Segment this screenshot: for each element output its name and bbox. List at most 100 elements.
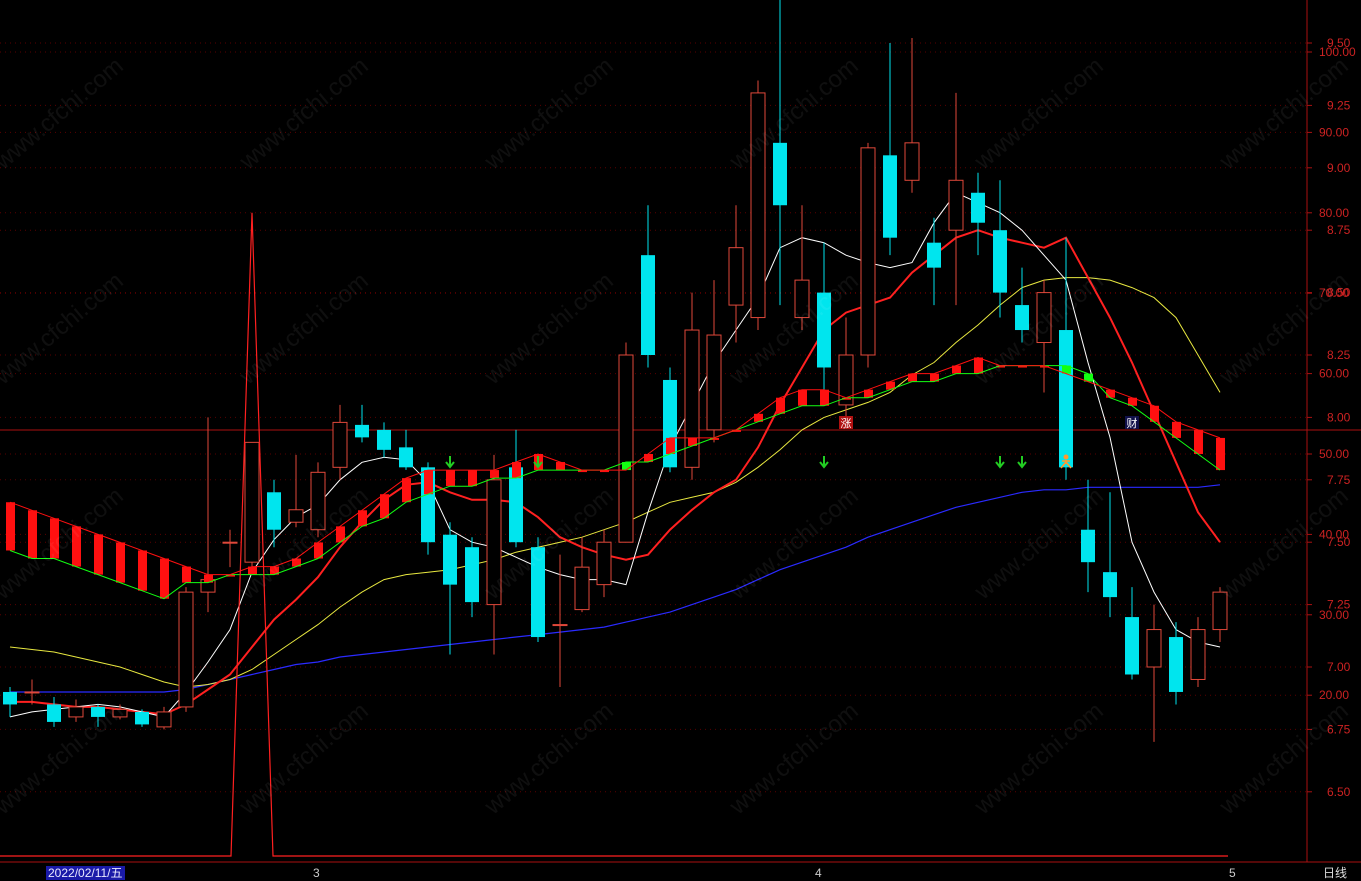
candle-body-down bbox=[641, 255, 655, 355]
price-tick-label: 8.75 bbox=[1327, 223, 1351, 237]
candle-body-up bbox=[552, 624, 568, 627]
osc-bar-up bbox=[6, 502, 15, 551]
candle-body-down bbox=[135, 711, 149, 725]
candle-body-up bbox=[706, 334, 722, 431]
osc-bar-up bbox=[380, 494, 389, 519]
candle-body-up bbox=[310, 471, 326, 531]
month-tick-may: 5 bbox=[1229, 866, 1236, 880]
osc-tick-label: 80.00 bbox=[1319, 206, 1349, 220]
period-label[interactable]: 日线 bbox=[1323, 864, 1347, 881]
down-arrow-icon bbox=[445, 456, 455, 469]
osc-tick-label: 40.00 bbox=[1319, 527, 1349, 541]
osc-bar-up bbox=[182, 566, 191, 583]
candle-body-down bbox=[1015, 305, 1029, 331]
osc-bar-up bbox=[512, 462, 521, 479]
osc-tick-label: 20.00 bbox=[1319, 688, 1349, 702]
candle-body-up bbox=[222, 541, 238, 544]
osc-bar-up bbox=[446, 470, 455, 487]
down-arrow-icon bbox=[1017, 456, 1027, 469]
selected-date[interactable]: 2022/02/11/五 bbox=[46, 864, 125, 881]
price-tick-label: 6.75 bbox=[1327, 722, 1351, 736]
candle-body-up bbox=[1190, 629, 1206, 680]
down-arrow-icon bbox=[995, 456, 1005, 469]
candle-body-up bbox=[728, 247, 744, 306]
candle-body-up bbox=[24, 691, 40, 694]
candle-body-down bbox=[3, 691, 17, 705]
candle-body-down bbox=[1125, 617, 1139, 675]
price-tick-label: 7.75 bbox=[1327, 473, 1351, 487]
candle-body-up bbox=[794, 279, 810, 319]
candle-body-down bbox=[817, 292, 831, 368]
candle-body-up bbox=[684, 329, 700, 468]
month-tick-apr: 4 bbox=[815, 866, 822, 880]
osc-bar-up bbox=[974, 357, 983, 374]
osc-tick-label: 70.00 bbox=[1319, 286, 1349, 300]
down-arrow-icon bbox=[819, 456, 829, 469]
candle-body-down bbox=[355, 424, 369, 438]
candle-body-down bbox=[1081, 529, 1095, 563]
osc-bar-up bbox=[820, 389, 829, 406]
event-tag-label: 财 bbox=[1127, 416, 1138, 430]
osc-bar-up bbox=[402, 478, 411, 503]
candle-body-up bbox=[1212, 591, 1228, 631]
osc-signal-line bbox=[9, 365, 1221, 600]
candle-body-down bbox=[1103, 572, 1117, 598]
osc-bar-up bbox=[50, 518, 59, 559]
candle-body-down bbox=[971, 192, 985, 223]
candle-body-up bbox=[178, 591, 194, 708]
osc-tick-label: 100.00 bbox=[1319, 45, 1356, 59]
panel-borders bbox=[0, 0, 1361, 863]
osc-tick-label: 30.00 bbox=[1319, 608, 1349, 622]
price-axis: 6.506.757.007.257.507.758.008.258.508.75… bbox=[1307, 36, 1356, 799]
candle-body-up bbox=[68, 706, 84, 718]
candle-body-down bbox=[993, 230, 1007, 293]
osc-bar-up bbox=[424, 470, 433, 495]
osc-tick-label: 90.00 bbox=[1319, 125, 1349, 139]
chart-grid bbox=[0, 42, 1307, 793]
osc-bar-up bbox=[160, 558, 169, 599]
candle-body-down bbox=[531, 547, 545, 638]
price-tick-label: 8.25 bbox=[1327, 348, 1351, 362]
candle-body-up bbox=[288, 509, 304, 523]
candle-body-down bbox=[1059, 330, 1073, 468]
osc-tick-label: 60.00 bbox=[1319, 367, 1349, 381]
event-tag-label: 涨 bbox=[841, 417, 852, 430]
candle-body-up bbox=[244, 441, 260, 563]
stock-chart[interactable]: 9.80涨财 6.506.757.007.257.507.758.008.258… bbox=[0, 0, 1361, 880]
osc-bar-up bbox=[490, 470, 499, 479]
osc-bar-up bbox=[798, 389, 807, 406]
candle-body-up bbox=[750, 92, 766, 319]
candle-body-up bbox=[574, 566, 590, 611]
osc-bar-up bbox=[116, 542, 125, 583]
candle-body-down bbox=[465, 547, 479, 603]
osc-bar-up bbox=[468, 470, 477, 487]
candle-body-up bbox=[486, 479, 502, 606]
osc-bar-up bbox=[138, 550, 147, 591]
candle-body-down bbox=[267, 492, 281, 530]
candle-body-up bbox=[618, 354, 634, 543]
price-tick-label: 7.00 bbox=[1327, 660, 1351, 674]
candle-body-up bbox=[596, 541, 612, 586]
candle-body-down bbox=[399, 447, 413, 468]
candle-body-up bbox=[904, 142, 920, 181]
candle-body-down bbox=[773, 142, 787, 206]
osc-bar-up bbox=[1216, 437, 1225, 471]
month-tick-mar: 3 bbox=[313, 866, 320, 880]
candle-body-down bbox=[927, 242, 941, 268]
osc-bar-up bbox=[28, 510, 37, 559]
price-tick-label: 9.00 bbox=[1327, 161, 1351, 175]
candle-body-down bbox=[377, 429, 391, 450]
candle-body-up bbox=[1036, 292, 1052, 344]
candle-body-up bbox=[860, 147, 876, 356]
candle-body-up bbox=[332, 421, 348, 468]
person-icon bbox=[1063, 454, 1069, 460]
candle-body-up bbox=[156, 711, 172, 728]
osc-bar-up bbox=[1194, 429, 1203, 454]
candle-body-up bbox=[948, 179, 964, 231]
price-tick-label: 9.25 bbox=[1327, 98, 1351, 112]
price-tick-label: 8.00 bbox=[1327, 410, 1351, 424]
candle-body-up bbox=[112, 708, 128, 718]
candle-body-up bbox=[1146, 629, 1162, 668]
osc-tick-label: 50.00 bbox=[1319, 447, 1349, 461]
candle-body-down bbox=[1169, 637, 1183, 692]
